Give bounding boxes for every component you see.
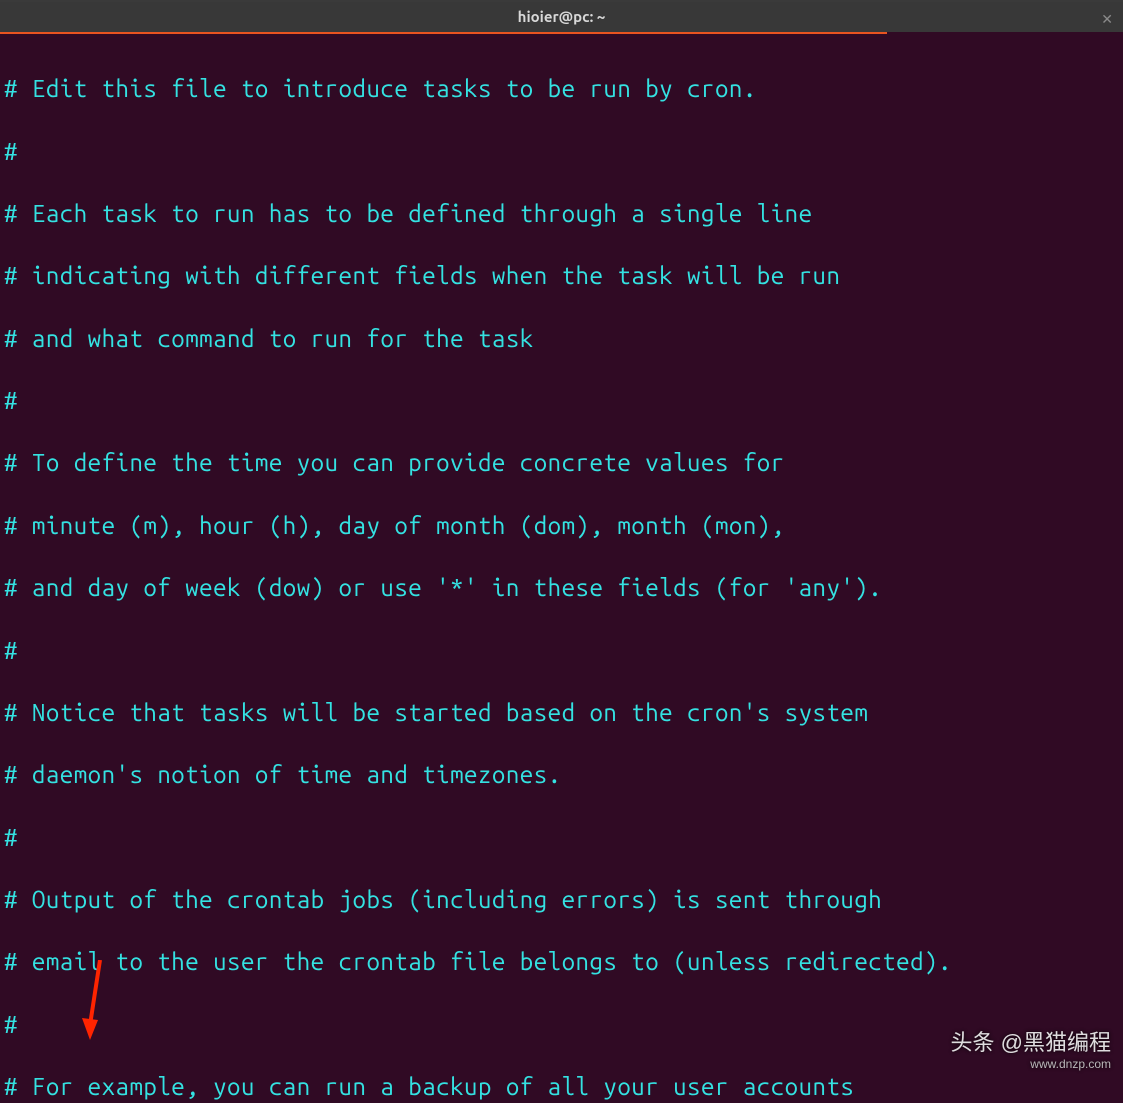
comment-line: # <box>4 635 1119 666</box>
comment-line: # Each task to run has to be defined thr… <box>4 198 1119 229</box>
window-title: hioier@pc: ~ <box>0 7 1123 27</box>
comment-line: # email to the user the crontab file bel… <box>4 946 1119 977</box>
comment-line: # daemon's notion of time and timezones. <box>4 759 1119 790</box>
editor-viewport[interactable]: # Edit this file to introduce tasks to b… <box>0 34 1123 1103</box>
comment-line: # Notice that tasks will be started base… <box>4 697 1119 728</box>
watermark: 头条 @黑猫编程 www.dnzp.com <box>951 1029 1111 1073</box>
comment-line: # <box>4 136 1119 167</box>
comment-line: # indicating with different fields when … <box>4 260 1119 291</box>
comment-line: # minute (m), hour (h), day of month (do… <box>4 510 1119 541</box>
comment-line: # Edit this file to introduce tasks to b… <box>4 73 1119 104</box>
comment-line: # To define the time you can provide con… <box>4 447 1119 478</box>
comment-line: # and what command to run for the task <box>4 323 1119 354</box>
comment-line: # and day of week (dow) or use '*' in th… <box>4 572 1119 603</box>
window-titlebar: hioier@pc: ~ ✕ <box>0 0 1123 32</box>
comment-line: # <box>4 822 1119 853</box>
comment-line: # For example, you can run a backup of a… <box>4 1071 1119 1102</box>
comment-line: # <box>4 385 1119 416</box>
comment-line: # Output of the crontab jobs (including … <box>4 884 1119 915</box>
close-icon[interactable]: ✕ <box>1101 10 1113 28</box>
